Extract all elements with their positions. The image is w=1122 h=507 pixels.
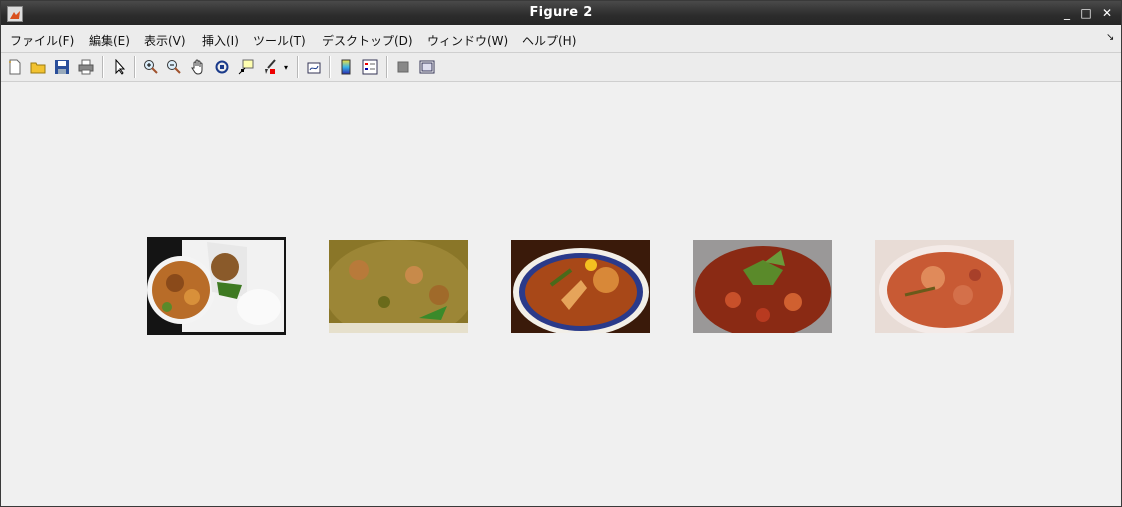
data-cursor-icon[interactable] bbox=[236, 57, 256, 77]
dock-arrow-icon[interactable]: ↘ bbox=[1106, 32, 1114, 43]
legend-icon[interactable] bbox=[360, 57, 380, 77]
close-icon[interactable]: ✕ bbox=[1099, 5, 1115, 21]
curry-bento-photo bbox=[147, 237, 286, 335]
colorbar-icon[interactable] bbox=[336, 57, 356, 77]
menu-edit[interactable]: 編集(E) bbox=[89, 32, 130, 49]
green-curry-photo bbox=[329, 240, 468, 333]
title-bar[interactable]: Figure 2 _ □ ✕ bbox=[1, 1, 1121, 25]
pan-hand-icon[interactable] bbox=[188, 57, 208, 77]
brush-icon[interactable] bbox=[260, 57, 280, 77]
window-title: Figure 2 bbox=[529, 5, 593, 20]
minimize-icon[interactable]: _ bbox=[1059, 5, 1075, 21]
edit-plot-arrow-icon[interactable] bbox=[110, 57, 130, 77]
figure-toolbar: ▾ bbox=[1, 53, 1121, 82]
figure-canvas[interactable] bbox=[1, 82, 1121, 506]
maximize-icon[interactable]: □ bbox=[1078, 5, 1094, 21]
menu-bar: ファイル(F) 編集(E) 表示(V) 挿入(I) ツール(T) デスクトップ(… bbox=[1, 26, 1121, 53]
rotate-3d-icon[interactable] bbox=[212, 57, 232, 77]
print-icon[interactable] bbox=[76, 57, 96, 77]
menu-view[interactable]: 表示(V) bbox=[144, 32, 186, 49]
link-plot-icon[interactable] bbox=[304, 57, 324, 77]
red-curry-soup-photo bbox=[875, 240, 1014, 333]
menu-tools[interactable]: ツール(T) bbox=[253, 32, 306, 49]
red-curry-bowl-photo bbox=[511, 240, 650, 333]
zoom-in-icon[interactable] bbox=[141, 57, 161, 77]
menu-insert[interactable]: 挿入(I) bbox=[202, 32, 239, 49]
zoom-out-icon[interactable] bbox=[164, 57, 184, 77]
figure-window: Figure 2 _ □ ✕ ファイル(F) 編集(E) 表示(V) 挿入(I)… bbox=[0, 0, 1122, 507]
menu-help[interactable]: ヘルプ(H) bbox=[522, 32, 576, 49]
show-plot-tools-icon[interactable] bbox=[417, 57, 437, 77]
menu-desktop[interactable]: デスクトップ(D) bbox=[322, 32, 413, 49]
save-icon[interactable] bbox=[52, 57, 72, 77]
brush-dropdown-icon[interactable]: ▾ bbox=[281, 57, 291, 77]
spicy-curry-basil-photo bbox=[693, 240, 832, 333]
menu-file[interactable]: ファイル(F) bbox=[10, 32, 74, 49]
open-file-icon[interactable] bbox=[28, 57, 48, 77]
hide-plot-tools-icon[interactable] bbox=[393, 57, 413, 77]
menu-window[interactable]: ウィンドウ(W) bbox=[427, 32, 508, 49]
new-figure-icon[interactable] bbox=[5, 57, 25, 77]
